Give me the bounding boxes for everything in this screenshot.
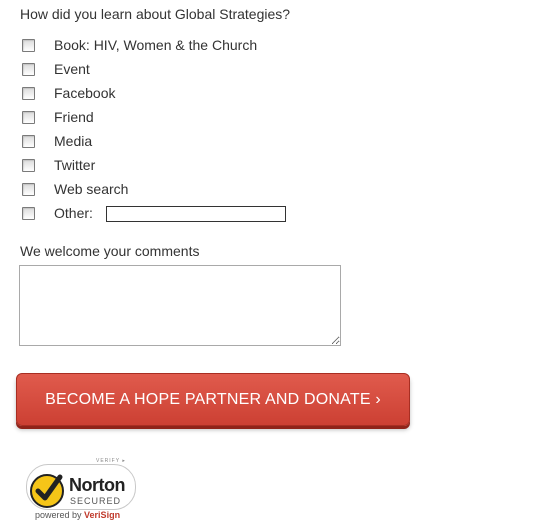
option-book-label: Book: HIV, Women & the Church (54, 37, 258, 53)
powered-by-text: powered by (35, 510, 82, 520)
donate-button-label: BECOME A HOPE PARTNER AND DONATE › (45, 390, 381, 408)
option-media-label: Media (54, 133, 93, 149)
option-other-label: Other: (54, 205, 93, 221)
donate-button[interactable]: BECOME A HOPE PARTNER AND DONATE › (16, 373, 410, 426)
norton-name: Norton (69, 475, 125, 495)
norton-badge: Norton SECURED (26, 464, 136, 510)
verisign-text: VeriSign (84, 510, 121, 520)
norton-secured-seal[interactable]: VERIFY ▸ Norton SECURED powered by VeriS… (26, 458, 138, 522)
option-web-search-label: Web search (54, 181, 129, 197)
checkbox-web-search[interactable] (22, 183, 35, 196)
option-facebook-label: Facebook (54, 85, 116, 101)
checkbox-facebook[interactable] (22, 87, 35, 100)
norton-secured-text: SECURED (70, 496, 122, 506)
powered-by-line: powered by VeriSign (35, 510, 120, 520)
checkbox-book[interactable] (22, 39, 35, 52)
comments-label: We welcome your comments (20, 243, 200, 259)
checkbox-media[interactable] (22, 135, 35, 148)
checkbox-event[interactable] (22, 63, 35, 76)
option-friend-label: Friend (54, 109, 94, 125)
option-twitter-label: Twitter (54, 157, 96, 173)
checkbox-other[interactable] (22, 207, 35, 220)
norton-check-icon (30, 474, 64, 508)
comments-textarea[interactable] (19, 265, 341, 346)
other-text-input[interactable] (106, 206, 286, 222)
option-event-label: Event (54, 61, 90, 77)
checkbox-twitter[interactable] (22, 159, 35, 172)
learn-question: How did you learn about Global Strategie… (20, 6, 291, 22)
checkbox-friend[interactable] (22, 111, 35, 124)
